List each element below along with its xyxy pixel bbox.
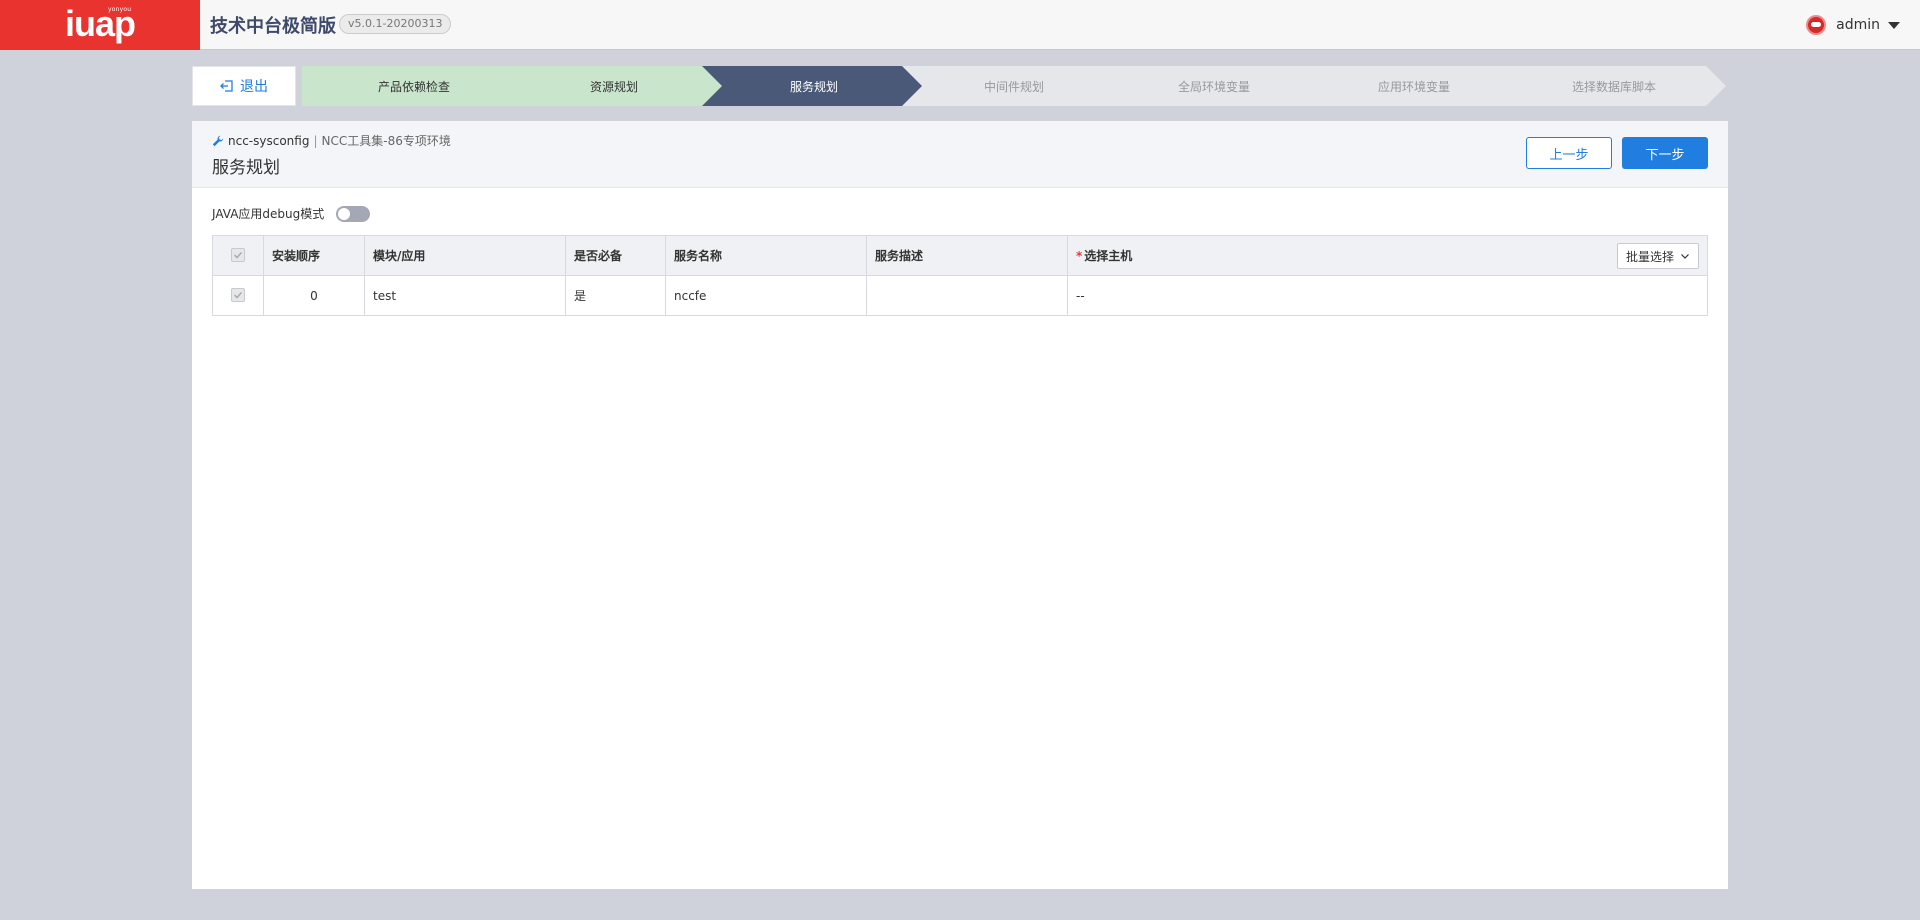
col-install-order: 安装顺序 bbox=[263, 235, 365, 276]
debug-mode-label: JAVA应用debug模式 bbox=[212, 207, 325, 221]
exit-icon bbox=[220, 80, 233, 92]
cell-select-host[interactable]: -- bbox=[1067, 275, 1708, 316]
cell-install-order: 0 bbox=[263, 275, 365, 316]
breadcrumb-project: ncc-sysconfig bbox=[228, 133, 310, 148]
wrench-icon bbox=[212, 135, 224, 146]
step-dependency-check[interactable]: 产品依赖检查 bbox=[302, 66, 526, 106]
row-select-cell bbox=[212, 275, 264, 316]
breadcrumb-env: NCC工具集-86专项环境 bbox=[321, 134, 451, 148]
debug-mode-row: JAVA应用debug模式 bbox=[212, 205, 371, 222]
row-checkbox[interactable] bbox=[231, 288, 245, 302]
step-label: 服务规划 bbox=[789, 79, 838, 94]
service-table: 安装顺序 模块/应用 是否必备 服务名称 服务描述 * 选择主机 批量选择 0 … bbox=[212, 235, 1708, 316]
step-label: 产品依赖检查 bbox=[377, 79, 450, 94]
breadcrumb-separator: | bbox=[313, 133, 318, 148]
cell-service-name: nccfe bbox=[665, 275, 867, 316]
step-label: 全局环境变量 bbox=[1177, 79, 1250, 94]
col-required: 是否必备 bbox=[565, 235, 666, 276]
cell-service-desc bbox=[866, 275, 1068, 316]
step-wizard: 产品依赖检查 资源规划 服务规划 中间件规划 全局环境变量 应用环境变量 选择数… bbox=[302, 66, 1726, 106]
cell-module: test bbox=[364, 275, 566, 316]
step-global-env[interactable]: 全局环境变量 bbox=[1102, 66, 1326, 106]
step-label: 选择数据库脚本 bbox=[1571, 79, 1656, 94]
exit-label: 退出 bbox=[240, 79, 268, 95]
user-avatar-icon bbox=[1806, 15, 1827, 35]
step-service-plan[interactable]: 服务规划 bbox=[702, 66, 926, 106]
panel-header: ncc-sysconfig | NCC工具集-86专项环境 服务规划 上一步 下… bbox=[192, 121, 1728, 188]
batch-select-button[interactable]: 批量选择 bbox=[1616, 243, 1699, 269]
step-middleware-plan[interactable]: 中间件规划 bbox=[902, 66, 1126, 106]
col-service-desc: 服务描述 bbox=[866, 235, 1068, 276]
col-service-name: 服务名称 bbox=[665, 235, 867, 276]
logo[interactable]: yonyou iuap bbox=[0, 0, 200, 50]
select-all-cell bbox=[212, 235, 264, 276]
required-mark: * bbox=[1076, 249, 1083, 263]
page-title: 服务规划 bbox=[212, 158, 280, 178]
step-db-script[interactable]: 选择数据库脚本 bbox=[1502, 66, 1726, 106]
table-header-row: 安装顺序 模块/应用 是否必备 服务名称 服务描述 * 选择主机 批量选择 bbox=[212, 235, 1708, 276]
chevron-down-icon bbox=[1681, 254, 1689, 259]
exit-button[interactable]: 退出 bbox=[192, 66, 296, 106]
prev-step-button[interactable]: 上一步 bbox=[1526, 137, 1612, 169]
user-menu[interactable]: admin bbox=[1806, 15, 1900, 35]
toggle-knob bbox=[338, 207, 351, 220]
version-badge: v5.0.1-20200313 bbox=[339, 14, 452, 34]
check-icon bbox=[233, 291, 243, 299]
breadcrumb: ncc-sysconfig | NCC工具集-86专项环境 bbox=[212, 132, 451, 149]
col-module: 模块/应用 bbox=[364, 235, 566, 276]
batch-select-label: 批量选择 bbox=[1625, 249, 1674, 264]
app-title: 技术中台极简版 bbox=[210, 16, 336, 37]
step-label: 中间件规划 bbox=[983, 79, 1044, 94]
step-label: 资源规划 bbox=[589, 79, 638, 94]
debug-mode-toggle[interactable] bbox=[336, 205, 371, 222]
cell-required: 是 bbox=[565, 275, 666, 316]
user-name: admin bbox=[1836, 17, 1880, 33]
table-row[interactable]: 0 test 是 nccfe -- bbox=[212, 275, 1708, 316]
select-all-checkbox[interactable] bbox=[231, 248, 245, 262]
caret-down-icon[interactable] bbox=[1888, 21, 1900, 29]
col-select-host-label: 选择主机 bbox=[1084, 249, 1133, 263]
main-panel: ncc-sysconfig | NCC工具集-86专项环境 服务规划 上一步 下… bbox=[192, 121, 1728, 889]
top-header: yonyou iuap 技术中台极简版 v5.0.1-20200313 admi… bbox=[0, 0, 1920, 50]
logo-brand: yonyou bbox=[108, 6, 132, 13]
col-select-host: * 选择主机 批量选择 bbox=[1067, 235, 1708, 276]
step-app-env[interactable]: 应用环境变量 bbox=[1302, 66, 1526, 106]
step-resource-plan[interactable]: 资源规划 bbox=[502, 66, 726, 106]
check-icon bbox=[233, 251, 243, 259]
next-step-button[interactable]: 下一步 bbox=[1622, 137, 1708, 169]
step-label: 应用环境变量 bbox=[1377, 79, 1450, 94]
